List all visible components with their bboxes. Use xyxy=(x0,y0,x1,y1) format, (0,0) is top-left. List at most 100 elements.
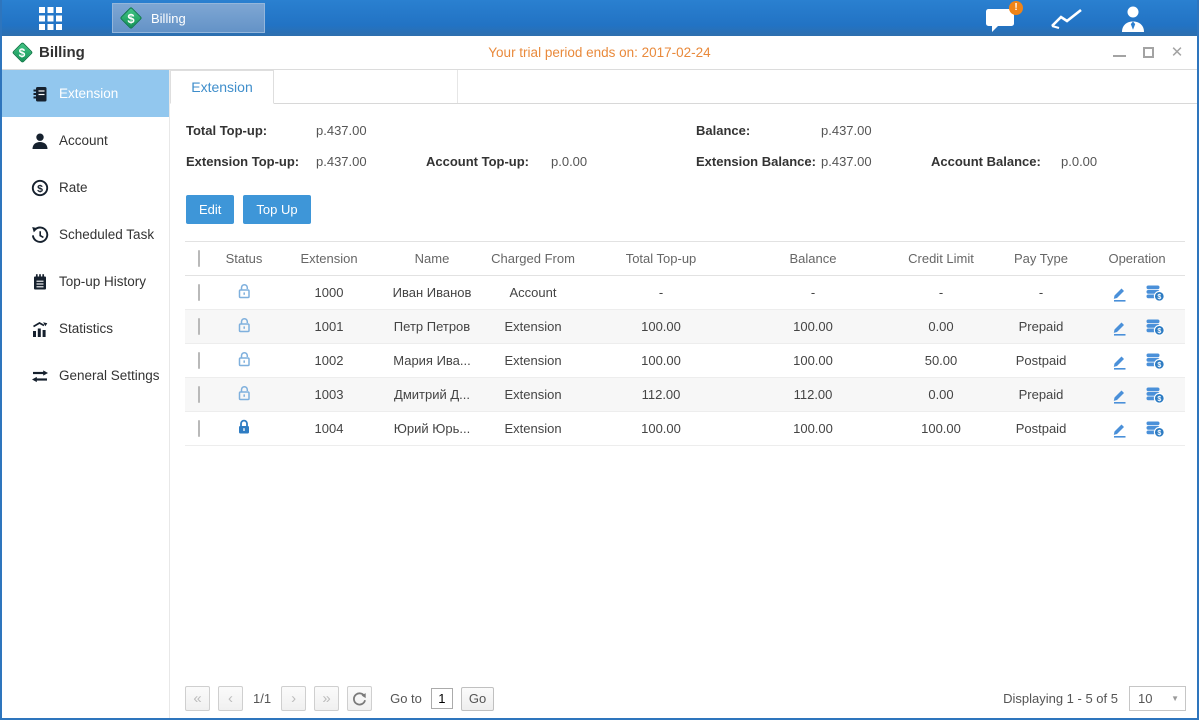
go-button[interactable]: Go xyxy=(461,687,494,711)
row-checkbox[interactable] xyxy=(198,386,200,403)
sidebar-item-rate[interactable]: $ Rate xyxy=(2,164,169,211)
account-topup-label: Account Top-up: xyxy=(426,154,529,169)
extension-topup-value: p.437.00 xyxy=(316,154,367,169)
trial-period-message: Your trial period ends on: 2017-02-24 xyxy=(2,45,1197,60)
svg-text:$: $ xyxy=(1157,327,1161,334)
page-size-select[interactable]: 10 ▼ xyxy=(1129,686,1186,711)
extension-topup-label: Extension Top-up: xyxy=(186,154,299,169)
sidebar-item-general-settings[interactable]: General Settings xyxy=(2,352,169,399)
prev-page-button[interactable]: ‹ xyxy=(218,686,243,711)
sidebar-item-label: Account xyxy=(59,133,108,148)
balance-value: p.437.00 xyxy=(821,123,872,138)
row-checkbox[interactable] xyxy=(198,284,200,301)
top-up-row-icon[interactable]: $ xyxy=(1145,284,1165,302)
unlocked-icon xyxy=(235,282,253,300)
minimize-button[interactable] xyxy=(1111,45,1127,61)
app-launcher-icon[interactable] xyxy=(36,4,65,33)
extension-balance-value: p.437.00 xyxy=(821,154,872,169)
row-checkbox-cell xyxy=(185,310,213,344)
table-row: 1000Иван ИвановAccount----$ xyxy=(185,276,1185,310)
operation-cell: $ xyxy=(1089,412,1185,446)
edit-button[interactable]: Edit xyxy=(186,195,234,224)
balance-cell: 100.00 xyxy=(737,344,889,378)
last-page-button[interactable]: » xyxy=(314,686,339,711)
goto-page-input[interactable] xyxy=(431,688,453,709)
edit-row-icon[interactable] xyxy=(1110,420,1128,438)
row-checkbox[interactable] xyxy=(198,352,200,369)
select-all-checkbox[interactable] xyxy=(198,250,200,267)
messages-icon[interactable]: ! xyxy=(985,5,1017,32)
row-checkbox[interactable] xyxy=(198,420,200,437)
extension-cell: 1002 xyxy=(275,344,383,378)
charged-from-cell: Extension xyxy=(481,378,585,412)
total-topup-cell: 100.00 xyxy=(585,344,737,378)
next-page-button[interactable]: › xyxy=(281,686,306,711)
refresh-button[interactable] xyxy=(347,686,372,711)
row-checkbox-cell xyxy=(185,344,213,378)
sidebar-item-label: Rate xyxy=(59,180,88,195)
table-row: 1002Мария Ива...Extension100.00100.0050.… xyxy=(185,344,1185,378)
top-up-row-icon[interactable]: $ xyxy=(1145,318,1165,336)
edit-row-icon[interactable] xyxy=(1110,386,1128,404)
name-cell: Иван Иванов xyxy=(383,276,481,310)
sidebar-item-extension[interactable]: Extension xyxy=(2,70,169,117)
sidebar-item-statistics[interactable]: Statistics xyxy=(2,305,169,352)
top-up-row-icon[interactable]: $ xyxy=(1145,420,1165,438)
top-up-button[interactable]: Top Up xyxy=(243,195,310,224)
sidebar-item-label: Extension xyxy=(59,86,118,101)
status-cell xyxy=(213,344,275,378)
resource-monitor-icon[interactable] xyxy=(1050,5,1084,31)
balance-cell: 100.00 xyxy=(737,310,889,344)
svg-text:$: $ xyxy=(1157,429,1161,436)
sidebar-item-scheduled-task[interactable]: Scheduled Task xyxy=(2,211,169,258)
extension-balance-label: Extension Balance: xyxy=(696,154,816,169)
chevron-down-icon: ▼ xyxy=(1171,694,1179,703)
tab-extension[interactable]: Extension xyxy=(170,70,274,104)
name-cell: Петр Петров xyxy=(383,310,481,344)
top-up-row-icon[interactable]: $ xyxy=(1145,386,1165,404)
edit-row-icon[interactable] xyxy=(1110,284,1128,302)
operation-cell: $ xyxy=(1089,276,1185,310)
close-button[interactable]: ✕ xyxy=(1169,45,1185,61)
top-up-row-icon[interactable]: $ xyxy=(1145,352,1165,370)
name-cell: Мария Ива... xyxy=(383,344,481,378)
total-topup-cell: 100.00 xyxy=(585,310,737,344)
col-extension: Extension xyxy=(275,242,383,276)
window-titlebar: Your trial period ends on: 2017-02-24 $ … xyxy=(2,36,1197,70)
first-page-button[interactable]: « xyxy=(185,686,210,711)
col-pay-type: Pay Type xyxy=(993,242,1089,276)
balance-label: Balance: xyxy=(696,123,750,138)
tab-bar: Extension xyxy=(170,70,1199,104)
pay-type-cell: - xyxy=(993,276,1089,310)
sidebar-item-topup-history[interactable]: Top-up History xyxy=(2,258,169,305)
pay-type-cell: Prepaid xyxy=(993,310,1089,344)
user-account-icon[interactable] xyxy=(1117,5,1149,32)
action-buttons: Edit Top Up xyxy=(186,195,1199,224)
notification-badge: ! xyxy=(1009,1,1023,15)
operation-cell: $ xyxy=(1089,344,1185,378)
locked-icon xyxy=(235,418,253,436)
sidebar-item-account[interactable]: Account xyxy=(2,117,169,164)
taskbar-tab-billing[interactable]: $ Billing xyxy=(112,3,265,33)
operation-cell: $ xyxy=(1089,378,1185,412)
col-operation: Operation xyxy=(1089,242,1185,276)
col-charged-from: Charged From xyxy=(481,242,585,276)
total-topup-value: p.437.00 xyxy=(316,123,367,138)
pay-type-cell: Prepaid xyxy=(993,378,1089,412)
row-checkbox[interactable] xyxy=(198,318,200,335)
sidebar-item-label: Statistics xyxy=(59,321,113,336)
svg-text:$: $ xyxy=(1157,361,1161,368)
svg-text:$: $ xyxy=(1157,293,1161,300)
col-balance: Balance xyxy=(737,242,889,276)
table-row: 1003Дмитрий Д...Extension112.00112.000.0… xyxy=(185,378,1185,412)
balance-cell: 112.00 xyxy=(737,378,889,412)
edit-row-icon[interactable] xyxy=(1110,318,1128,336)
window-app-identity: $ Billing xyxy=(12,43,85,63)
extensions-table: Status Extension Name Charged From Total… xyxy=(185,241,1185,446)
row-checkbox-cell xyxy=(185,276,213,310)
taskbar-tab-label: Billing xyxy=(151,11,186,26)
credit-limit-cell: 0.00 xyxy=(889,378,993,412)
maximize-button[interactable] xyxy=(1140,45,1156,61)
edit-row-icon[interactable] xyxy=(1110,352,1128,370)
sidebar-item-label: General Settings xyxy=(59,368,160,383)
